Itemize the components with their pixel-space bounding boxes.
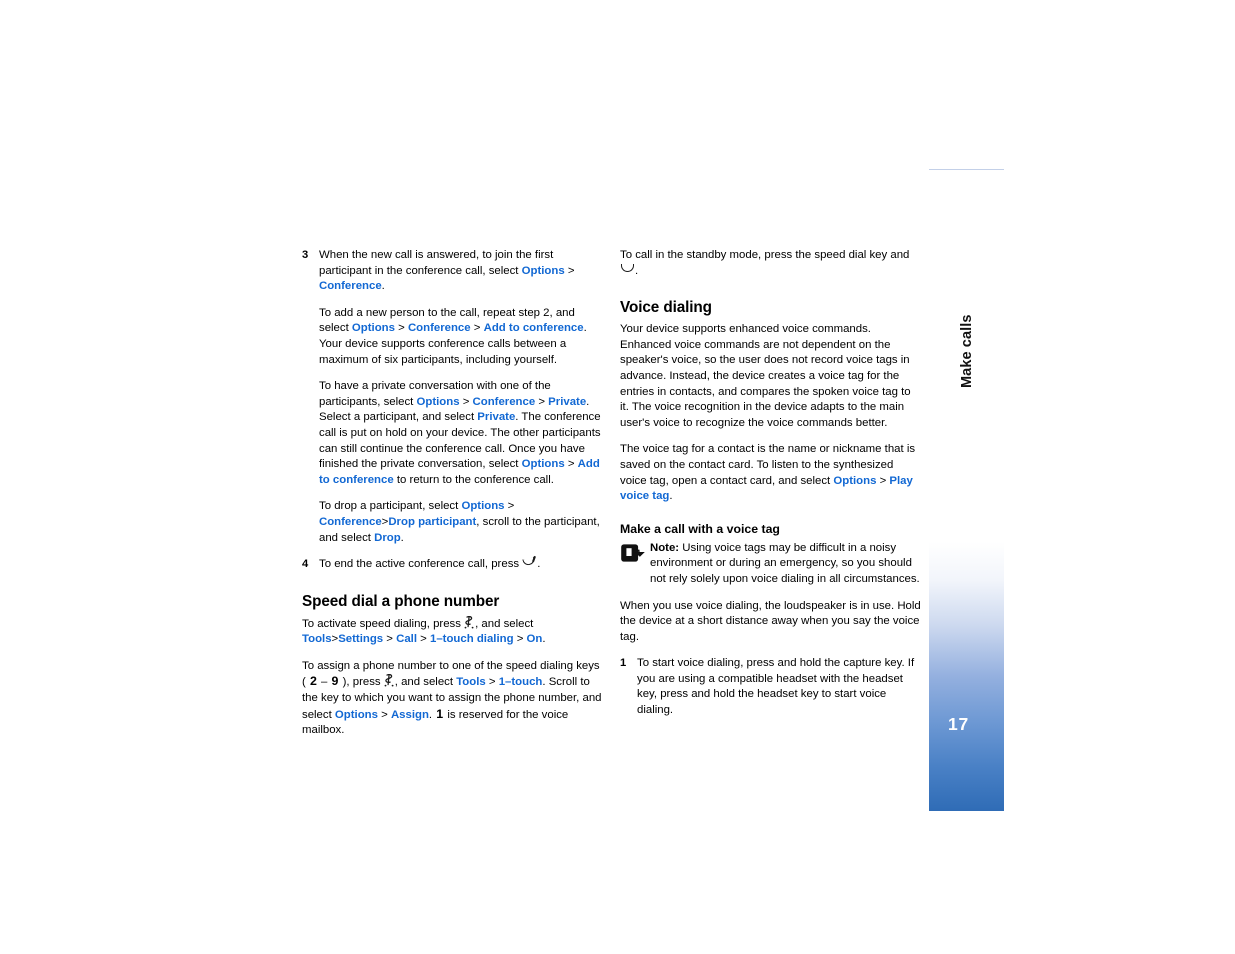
text-b: ), press bbox=[339, 676, 384, 689]
link-one-touch[interactable]: 1–touch bbox=[499, 676, 543, 688]
numbered-step-4: 4 To end the active conference call, pre… bbox=[302, 557, 604, 573]
paragraph-activate-speed-dialing: To activate speed dialing, press , and s… bbox=[302, 615, 604, 648]
separator: > bbox=[459, 395, 473, 408]
paragraph-assign-number: To assign a phone number to one of the s… bbox=[302, 659, 604, 739]
key-1-label: 1 bbox=[436, 706, 444, 721]
call-key-icon bbox=[620, 263, 635, 275]
separator: > bbox=[377, 708, 391, 721]
menu-key-icon bbox=[384, 674, 395, 687]
link-conference[interactable]: Conference bbox=[319, 516, 382, 528]
step4-text-b: . bbox=[537, 558, 541, 571]
text-c: . bbox=[542, 633, 546, 646]
paragraph-drop-participant: To drop a participant, select Options > … bbox=[319, 499, 604, 546]
link-options-2[interactable]: Options bbox=[522, 458, 565, 470]
separator: > bbox=[876, 474, 890, 487]
text-a: To call in the standby mode, press the s… bbox=[620, 249, 910, 261]
paragraph-loudspeaker: When you use voice dialing, the loudspea… bbox=[620, 599, 921, 643]
link-options[interactable]: Options bbox=[417, 396, 460, 408]
heading-speed-dial: Speed dial a phone number bbox=[302, 592, 500, 610]
dash: – bbox=[317, 676, 331, 689]
step-number: 3 bbox=[302, 249, 309, 261]
note-label: Note: bbox=[650, 541, 680, 554]
step3-text-a: When the new call is answered, to join t… bbox=[319, 249, 554, 277]
separator: > bbox=[535, 395, 549, 408]
separator: > bbox=[564, 264, 575, 277]
end-call-key-icon bbox=[522, 557, 537, 568]
link-assign[interactable]: Assign bbox=[391, 709, 429, 721]
separator: > bbox=[417, 633, 430, 646]
note-block: Note: Using voice tags may be difficult … bbox=[620, 541, 922, 588]
separator: > bbox=[394, 322, 408, 335]
text-b: . bbox=[669, 490, 673, 503]
page-number: 17 bbox=[948, 714, 970, 734]
step-number: 4 bbox=[302, 558, 309, 571]
separator: > bbox=[470, 322, 484, 335]
document-page: 3 When the new call is answered, to join… bbox=[0, 0, 1235, 954]
heading-voice-dialing: Voice dialing bbox=[620, 299, 712, 317]
link-drop[interactable]: Drop bbox=[374, 532, 401, 544]
link-private-2[interactable]: Private bbox=[477, 411, 515, 423]
link-one-touch-dialing[interactable]: 1–touch dialing bbox=[430, 633, 514, 645]
link-call[interactable]: Call bbox=[396, 633, 417, 645]
link-on[interactable]: On bbox=[527, 633, 543, 645]
key-2-label: 2 bbox=[309, 674, 317, 689]
numbered-step-1: 1 To start voice dialing, press and hold… bbox=[620, 656, 922, 718]
text-b: . bbox=[635, 264, 639, 277]
menu-key-icon bbox=[464, 615, 475, 629]
paragraph-enhanced-voice-commands: Your device supports enhanced voice comm… bbox=[620, 323, 911, 429]
chapter-sidebar-tab: Make calls 17 bbox=[929, 169, 1004, 811]
paragraph-add-person: To add a new person to the call, repeat … bbox=[319, 306, 604, 368]
text-a: To activate speed dialing, press bbox=[302, 617, 465, 630]
note-text: Note: Using voice tags may be difficult … bbox=[650, 541, 922, 588]
step3-text-b: . bbox=[381, 280, 385, 293]
paragraph-standby-call: To call in the standby mode, press the s… bbox=[620, 248, 922, 279]
text-c: , and select bbox=[394, 676, 457, 689]
subheading-make-call-with-voice-tag: Make a call with a voice tag bbox=[620, 521, 780, 536]
separator: > bbox=[383, 633, 397, 646]
link-options[interactable]: Options bbox=[833, 475, 876, 487]
link-private[interactable]: Private bbox=[548, 396, 586, 408]
link-conference[interactable]: Conference bbox=[473, 396, 536, 408]
note-arrow-icon bbox=[620, 541, 650, 588]
text-b: , and select bbox=[475, 617, 534, 630]
text-a: To drop a participant, select bbox=[319, 500, 462, 513]
step-text: To start voice dialing, press and hold t… bbox=[637, 657, 915, 717]
right-text-column: To call in the standby mode, press the s… bbox=[620, 248, 922, 730]
separator: > bbox=[504, 500, 515, 513]
paragraph-private-conversation: To have a private conversation with one … bbox=[319, 379, 604, 488]
note-body-text: Using voice tags may be difficult in a n… bbox=[650, 541, 920, 585]
step4-text-a: To end the active conference call, press bbox=[319, 558, 523, 571]
text-c: . bbox=[400, 531, 404, 544]
separator: > bbox=[513, 633, 527, 646]
numbered-step-3: 3 When the new call is answered, to join… bbox=[302, 248, 604, 295]
link-drop-participant[interactable]: Drop participant bbox=[388, 516, 476, 528]
link-options[interactable]: Options bbox=[461, 500, 504, 512]
separator: > bbox=[564, 458, 578, 471]
left-text-column: 3 When the new call is answered, to join… bbox=[302, 248, 604, 739]
step-text: To end the active conference call, press… bbox=[319, 557, 604, 573]
link-tools[interactable]: Tools bbox=[302, 633, 332, 645]
text-d: to return to the conference call. bbox=[393, 473, 554, 486]
link-options[interactable]: Options bbox=[352, 322, 395, 334]
link-conference[interactable]: Conference bbox=[408, 322, 471, 334]
link-options[interactable]: Options bbox=[522, 265, 565, 277]
step-text: When the new call is answered, to join t… bbox=[319, 248, 604, 295]
paragraph-voice-tag: The voice tag for a contact is the name … bbox=[620, 442, 922, 504]
link-tools[interactable]: Tools bbox=[456, 676, 486, 688]
link-conference[interactable]: Conference bbox=[319, 280, 382, 292]
step-number: 1 bbox=[620, 657, 627, 670]
separator: > bbox=[485, 676, 499, 689]
link-add-to-conference[interactable]: Add to conference bbox=[484, 322, 584, 334]
link-settings[interactable]: Settings bbox=[338, 633, 383, 645]
link-options[interactable]: Options bbox=[335, 709, 378, 721]
